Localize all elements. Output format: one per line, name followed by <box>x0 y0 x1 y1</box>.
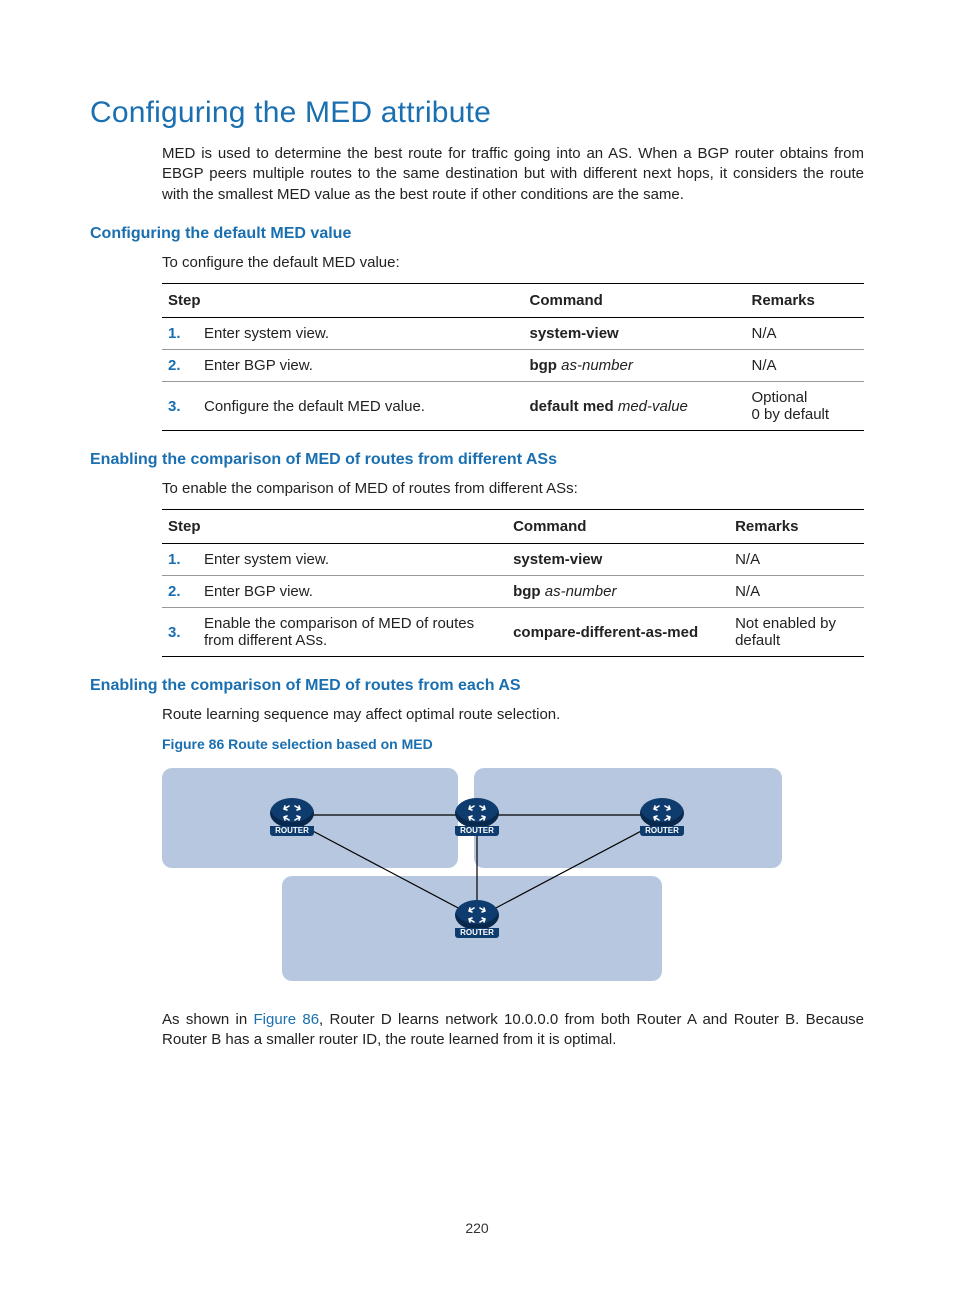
section-heading-diff-as: Enabling the comparison of MED of routes… <box>90 451 864 469</box>
intro-paragraph: MED is used to determine the best route … <box>162 144 864 205</box>
col-step: Step <box>162 284 523 318</box>
table-row: 2. Enter BGP view. bgp as-number N/A <box>162 576 864 608</box>
figure-caption: Figure 86 Route selection based on MED <box>162 736 864 752</box>
col-command: Command <box>523 284 745 318</box>
table-row: 3. Enable the comparison of MED of route… <box>162 608 864 657</box>
table-diff-as: Step Command Remarks 1. Enter system vie… <box>162 509 864 657</box>
table-row: 2. Enter BGP view. bgp as-number N/A <box>162 350 864 382</box>
page-heading: Configuring the MED attribute <box>90 96 864 130</box>
router-icon: ROUTER <box>455 900 499 938</box>
section-heading-each-as: Enabling the comparison of MED of routes… <box>90 677 864 695</box>
table-row: 1. Enter system view. system-view N/A <box>162 318 864 350</box>
section-lead: To configure the default MED value: <box>162 253 864 273</box>
as-box <box>474 768 782 868</box>
figure-86: ROUTER ROUTER ROUTER ROUTER <box>162 760 782 990</box>
page-number: 220 <box>0 1220 954 1236</box>
col-remarks: Remarks <box>729 510 864 544</box>
figure-ref-link[interactable]: Figure 86 <box>254 1011 320 1028</box>
router-icon: ROUTER <box>640 798 684 836</box>
figure-description: As shown in Figure 86, Router D learns n… <box>162 1010 864 1051</box>
col-remarks: Remarks <box>745 284 864 318</box>
col-command: Command <box>507 510 729 544</box>
table-row: 3. Configure the default MED value. defa… <box>162 382 864 431</box>
router-icon: ROUTER <box>455 798 499 836</box>
col-step: Step <box>162 510 507 544</box>
section-lead: Route learning sequence may affect optim… <box>162 705 864 725</box>
section-heading-default-med: Configuring the default MED value <box>90 225 864 243</box>
router-icon: ROUTER <box>270 798 314 836</box>
table-default-med: Step Command Remarks 1. Enter system vie… <box>162 283 864 431</box>
table-row: 1. Enter system view. system-view N/A <box>162 544 864 576</box>
section-lead: To enable the comparison of MED of route… <box>162 479 864 499</box>
